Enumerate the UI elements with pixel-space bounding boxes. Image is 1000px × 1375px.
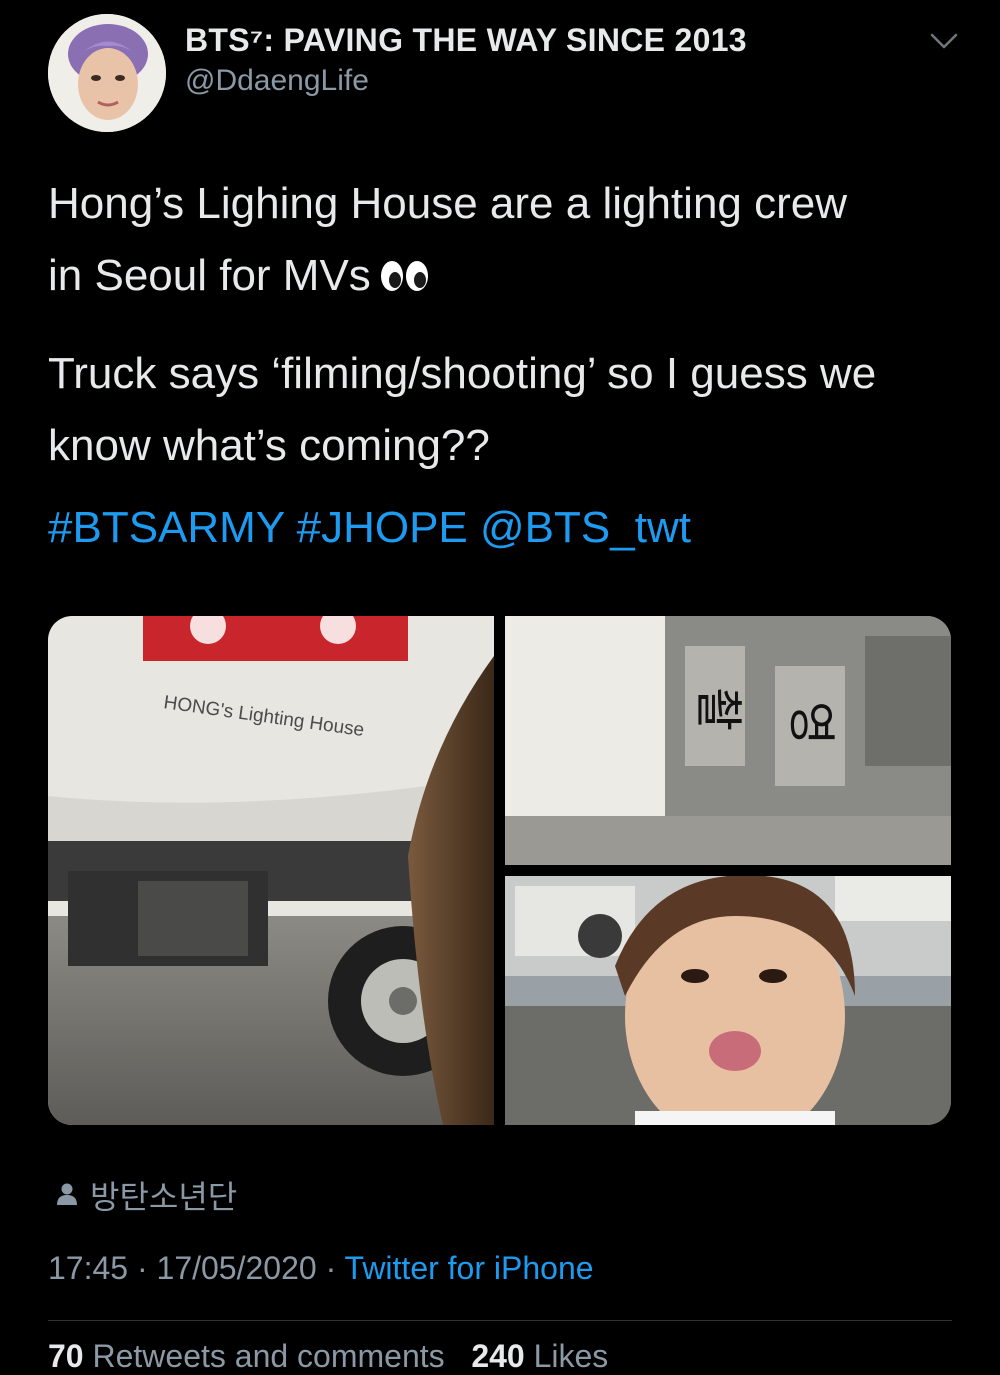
media-photo-truck[interactable]: HONG's Lighting House (48, 616, 494, 1125)
likes-count[interactable]: 240 (471, 1338, 524, 1374)
display-name[interactable]: BTS⁷: PAVING THE WAY SINCE 2013 (185, 22, 747, 59)
tweet-line-1: Hong’s Lighing House are a lighting crew (48, 179, 848, 228)
tweet-line-2: in Seoul for MVs (48, 251, 371, 300)
meta-separator: · (325, 1250, 345, 1286)
person-icon (56, 1177, 78, 1214)
avatar[interactable] (48, 14, 166, 132)
hashtag-jhope[interactable]: #JHOPE (297, 503, 468, 552)
tweet-header: BTS⁷: PAVING THE WAY SINCE 2013 @DdaengL… (48, 14, 960, 132)
tweet-paragraph-2: Truck says ‘filming/shooting’ so I guess… (48, 349, 877, 470)
user-handle[interactable]: @DdaengLife (185, 64, 369, 98)
tweet-source[interactable]: Twitter for iPhone (345, 1250, 594, 1286)
likes-label[interactable]: Likes (534, 1338, 609, 1374)
tweet-paragraph-1: Hong’s Lighing House are a lighting crew… (48, 168, 948, 316)
media-grid: HONG's Lighting House 촬 영 (48, 616, 951, 1125)
tweet-time[interactable]: 17:45 (48, 1250, 128, 1286)
eyes-emoji (379, 244, 431, 316)
tweet-tags: #BTSARMY #JHOPE @BTS_twt (48, 492, 948, 564)
location-tag[interactable]: 방탄소년단 (56, 1172, 237, 1218)
media-photo-selfie[interactable] (505, 876, 951, 1125)
tweet-text: Hong’s Lighing House are a lighting crew… (48, 168, 948, 564)
tweet-date[interactable]: 17/05/2020 (157, 1250, 317, 1286)
tweet-stats: 70 Retweets and comments 240 Likes (48, 1338, 608, 1375)
mention-bts-twt[interactable]: @BTS_twt (480, 503, 691, 552)
location-name: 방탄소년단 (90, 1179, 238, 1215)
retweets-label[interactable]: Retweets and comments (92, 1338, 444, 1374)
divider (48, 1320, 952, 1321)
hashtag-btsarmy[interactable]: #BTSARMY (48, 503, 284, 552)
tweet-meta: 17:45 · 17/05/2020 · Twitter for iPhone (48, 1250, 594, 1287)
chevron-down-icon[interactable] (928, 28, 960, 54)
meta-separator: · (136, 1250, 157, 1286)
truck-korean-2: 영 (783, 701, 839, 745)
media-photo-truck-back[interactable]: 촬 영 (505, 616, 951, 865)
retweets-count[interactable]: 70 (48, 1338, 84, 1374)
avatar-image (48, 14, 166, 132)
truck-korean-1: 촬 (690, 687, 746, 731)
